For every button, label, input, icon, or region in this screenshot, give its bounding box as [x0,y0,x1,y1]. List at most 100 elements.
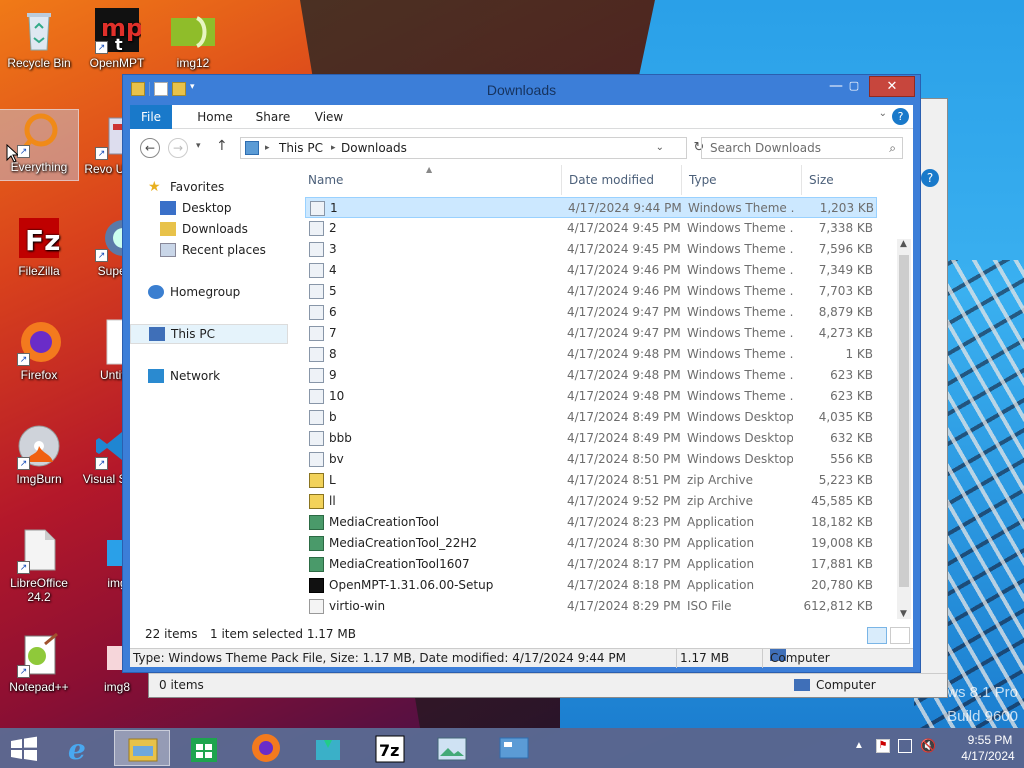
desktop-icon-firefox[interactable]: ↗ Firefox [0,318,78,382]
file-name: 9 [329,368,337,382]
table-row[interactable]: b 4/17/2024 8:49 PM Windows Desktop... 4,03… [305,407,877,428]
table-row[interactable]: 7 4/17/2024 9:47 PM Windows Theme ... 4,273… [305,323,877,344]
table-row[interactable]: L 4/17/2024 8:51 PM zip Archive 5,223 KB [305,470,877,491]
table-row[interactable]: 2 4/17/2024 9:45 PM Windows Theme ... 7,338… [305,218,877,239]
table-row[interactable]: OpenMPT-1.31.06.00-Setup 4/17/2024 8:18 P… [305,575,877,596]
scroll-thumb[interactable] [899,255,909,587]
vertical-scrollbar[interactable]: ▲ ▼ [897,239,911,619]
file-type: Windows Theme ... [688,201,794,215]
tab-home[interactable]: Home [190,105,240,129]
table-row[interactable]: 3 4/17/2024 9:45 PM Windows Theme ... 7,596… [305,239,877,260]
help-icon[interactable]: ? [892,108,909,125]
title-bar[interactable]: ▾ Downloads — ▢ ✕ [123,75,920,105]
filezilla-icon: Fz [15,214,63,262]
start-button[interactable] [0,730,48,766]
desktop-icon-img12[interactable]: img12 [154,6,232,70]
taskbar-7zip[interactable]: 7z [362,730,418,766]
taskbar-file-explorer[interactable] [114,730,170,766]
recent-locations-icon[interactable]: ▾ [196,141,201,151]
table-row[interactable]: MediaCreationTool_22H2 4/17/2024 8:30 PM A… [305,533,877,554]
taskbar-store[interactable] [176,730,232,766]
table-row[interactable]: 6 4/17/2024 9:47 PM Windows Theme ... 8,879… [305,302,877,323]
table-row[interactable]: bbb 4/17/2024 8:49 PM Windows Desktop... 63… [305,428,877,449]
desktop-icon-openmpt[interactable]: mp t ↗ OpenMPT [78,6,156,70]
breadcrumb-downloads[interactable]: Downloads [341,138,407,158]
table-row[interactable]: 8 4/17/2024 9:48 PM Windows Theme ... 1 KB [305,344,877,365]
column-header-name[interactable]: Name [308,173,343,187]
taskbar-firefox[interactable] [238,730,294,766]
scroll-down-icon[interactable]: ▼ [900,609,907,619]
details-view-icon[interactable] [867,627,887,644]
table-row[interactable]: MediaCreationTool1607 4/17/2024 8:17 PM Ap… [305,554,877,575]
file-type: Windows Theme ... [687,347,793,361]
clock-date[interactable]: 4/17/2024 [956,749,1020,763]
star-icon: ★ [148,179,161,195]
maximize-button[interactable]: ▢ [840,76,868,97]
desktop-icon-imgburn[interactable]: ↗ ImgBurn [0,422,78,486]
table-row[interactable]: MediaCreationTool 4/17/2024 8:23 PM Applic… [305,512,877,533]
scroll-up-icon[interactable]: ▲ [900,239,907,249]
close-button[interactable]: ✕ [869,76,915,97]
search-icon[interactable]: ⌕ [889,138,896,158]
table-row[interactable]: virtio-win 4/17/2024 8:29 PM ISO File 612,8… [305,596,877,617]
show-hidden-icons-icon[interactable]: ▲ [854,740,864,751]
explorer-window[interactable]: ▾ Downloads — ▢ ✕ File Home Share View ⌄… [122,74,921,673]
shortcut-arrow-icon: ↗ [17,561,30,574]
table-row[interactable]: bv 4/17/2024 8:50 PM Windows Desktop... 556… [305,449,877,470]
clock-time[interactable]: 9:55 PM [962,733,1018,747]
tab-file[interactable]: File [130,105,172,129]
column-header-date[interactable]: Date modified [569,173,654,187]
column-header-type[interactable]: Type [689,173,717,187]
file-size: 7,349 KB [818,263,873,277]
table-row[interactable]: 10 4/17/2024 9:48 PM Windows Theme ... 623 … [305,386,877,407]
watermark-build: Build 9600 [947,708,1018,725]
file-type: Windows Theme ... [687,221,793,235]
network-status-icon[interactable] [898,739,912,753]
nav-recent-places[interactable]: Recent places [160,240,266,260]
desktop-icon-libreoffice[interactable]: ↗ LibreOffice 24.2 [0,526,78,604]
window-title: Downloads [486,82,557,98]
large-icons-view-icon[interactable] [890,627,910,644]
table-row[interactable]: ll 4/17/2024 9:52 PM zip Archive 45,585 KB [305,491,877,512]
file-name: ll [329,494,336,508]
address-history-icon[interactable]: ⌄ [656,138,664,158]
file-date: 4/17/2024 8:50 PM [567,452,681,466]
table-row[interactable]: 9 4/17/2024 9:48 PM Windows Theme ... 623 K… [305,365,877,386]
nav-desktop[interactable]: Desktop [160,198,232,218]
shortcut-arrow-icon: ↗ [17,145,30,158]
tab-share[interactable]: Share [248,105,298,129]
taskbar-image-viewer[interactable] [424,730,480,766]
nav-homegroup[interactable]: Homegroup [148,282,240,302]
tab-view[interactable]: View [306,105,352,129]
expand-ribbon-icon[interactable]: ⌄ [879,108,887,119]
nav-favorites[interactable]: ★ Favorites [148,177,224,197]
forward-button[interactable]: → [168,138,188,158]
table-row[interactable]: 4 4/17/2024 9:46 PM Windows Theme ... 7,349… [305,260,877,281]
address-bar[interactable]: ▸ This PC ▸ Downloads ⌄ ↻ [240,137,704,159]
file-type: Windows Desktop... [687,431,793,445]
selection-info: 1 item selected 1.17 MB [210,627,356,641]
table-row[interactable]: 1 4/17/2024 9:44 PM Windows Theme ... 1,203… [305,197,877,218]
table-row[interactable]: 5 4/17/2024 9:46 PM Windows Theme ... 7,703… [305,281,877,302]
search-input[interactable]: Search Downloads ⌕ [701,137,903,159]
everything-search-icon: ↗ [15,110,63,158]
help-icon[interactable]: ? [921,169,939,187]
volume-muted-icon[interactable]: 🔇 [920,738,936,754]
back-button[interactable]: ← [140,138,160,158]
desktop-icon-recycle-bin[interactable]: Recycle Bin [0,6,78,70]
store-icon [191,738,217,762]
taskbar-control-panel[interactable] [486,730,542,766]
nav-downloads[interactable]: Downloads [160,219,248,239]
desktop-icon-notepadpp[interactable]: ↗ Notepad++ [0,630,78,694]
nav-network[interactable]: Network [148,366,220,386]
file-size: 18,182 KB [811,515,873,529]
taskbar-installer[interactable] [300,730,356,766]
nav-this-pc[interactable]: This PC [130,324,288,344]
desktop-icon-filezilla[interactable]: Fz FileZilla [0,214,78,278]
action-center-flag-icon[interactable]: ⚑ [876,739,890,753]
file-date: 4/17/2024 8:49 PM [567,410,681,424]
breadcrumb-this-pc[interactable]: This PC [279,138,323,158]
taskbar-internet-explorer[interactable]: e [52,730,108,766]
column-header-size[interactable]: Size [809,173,834,187]
up-button[interactable]: ↑ [216,138,228,154]
